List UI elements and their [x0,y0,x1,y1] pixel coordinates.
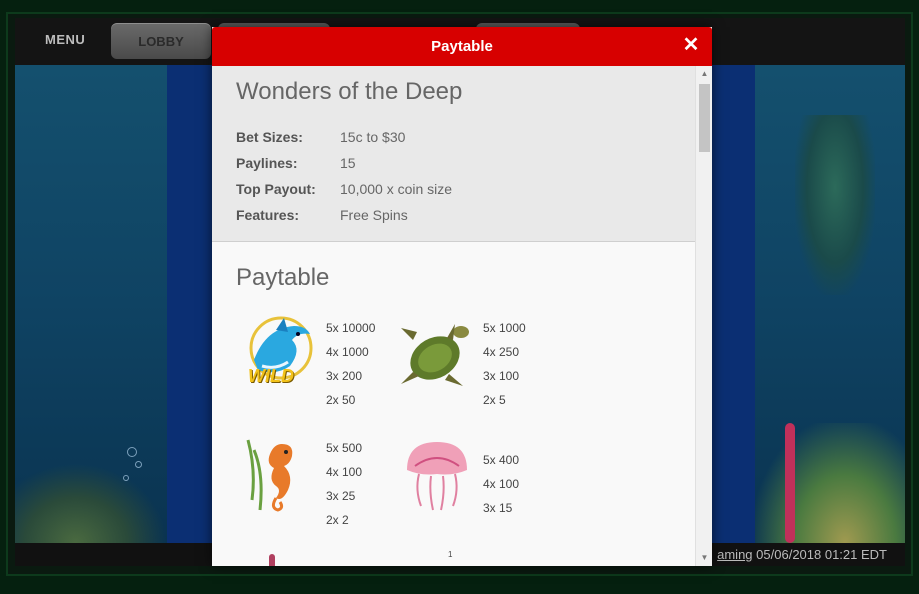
modal-header: Paytable ✕ [212,27,712,66]
payout: 3x 100 [483,369,520,383]
seabed-left [15,463,167,543]
coral [785,423,795,543]
payout: 3x 200 [326,369,363,383]
payout: 3x 25 [326,489,356,503]
game-right-panel [755,65,905,543]
info-label: Top Payout: [236,181,316,197]
payout-list: 5x 500 4x 100 3x 25 2x 2 [326,430,363,527]
payout: 3x 15 [483,501,513,515]
menu-button[interactable]: MENU [45,32,85,47]
partial-symbol-icon [269,554,275,566]
dolphin-wild-icon: WILD [236,310,326,400]
info-label: Paylines: [236,155,298,171]
info-row-features: Features: Free Spins [236,202,671,228]
sea-turtle-icon [393,310,483,400]
close-icon[interactable]: ✕ [682,35,700,55]
sunken-castle [795,115,875,295]
symbol-turtle: 5x 1000 4x 250 3x 100 2x 5 [393,310,550,407]
payout-list: 5x 400 4x 100 3x 15 [483,430,519,526]
info-label: Bet Sizes: [236,129,303,145]
payout: 5x 1000 [483,321,526,335]
payout: 4x 1000 [326,345,369,359]
wild-label: WILD [248,366,294,386]
payout: 5x 10000 [326,321,376,335]
lobby-button[interactable]: LOBBY [111,23,211,59]
payout: 5x 400 [483,453,520,467]
game-left-panel [15,65,167,543]
payout: 2x 5 [483,393,506,407]
seabed-right [755,423,905,543]
timestamp: 05/06/2018 01:21 EDT [756,547,887,562]
jellyfish-icon [393,430,483,520]
partial-symbol-row: 1 [212,550,695,566]
symbol-jellyfish: 5x 400 4x 100 3x 15 [393,430,550,526]
payout-list: 5x 10000 4x 1000 3x 200 2x 50 [326,310,376,407]
payout: 4x 100 [483,477,520,491]
payout: 2x 50 [326,393,356,407]
seahorse-icon [236,430,326,520]
payout: 2x 2 [326,513,349,527]
paytable-modal: Paytable ✕ Wonders of the Deep Bet Sizes… [212,27,712,566]
info-row-top-payout: Top Payout: 10,000 x coin size [236,176,671,202]
info-value: Free Spins [340,207,408,223]
symbol-grid: WILD 5x 10000 4x 1000 3x 200 2x 50 5x 10… [236,310,671,527]
game-info: Wonders of the Deep Bet Sizes: 15c to $3… [212,66,695,242]
modal-scrollbar[interactable]: ▲ ▼ [695,66,712,566]
scroll-down-arrow-icon[interactable]: ▼ [696,550,712,566]
info-label: Features: [236,207,300,223]
payout-list: 5x 1000 4x 250 3x 100 2x 5 [483,310,526,407]
status-text: aming 05/06/2018 01:21 EDT [717,547,887,562]
modal-title: Paytable [431,38,493,55]
paytable-section: Paytable WILD 5x 10000 4x 1000 3x 200 2x… [212,242,695,566]
info-row-bet-sizes: Bet Sizes: 15c to $30 [236,124,671,150]
symbol-seahorse: 5x 500 4x 100 3x 25 2x 2 [236,430,393,527]
paytable-title: Paytable [236,264,330,291]
info-row-paylines: Paylines: 15 [236,150,671,176]
bubble [135,461,142,468]
symbol-dolphin: WILD 5x 10000 4x 1000 3x 200 2x 50 [236,310,393,407]
payout: 5x 500 [326,441,363,455]
status-link[interactable]: aming [717,547,752,562]
bubble [127,447,137,457]
scroll-thumb[interactable] [699,84,710,152]
game-name: Wonders of the Deep [236,78,463,105]
modal-body[interactable]: Wonders of the Deep Bet Sizes: 15c to $3… [212,66,695,566]
bubble [123,475,129,481]
info-value: 15c to $30 [340,129,406,145]
payout: 4x 250 [483,345,520,359]
partial-marker: 1 [448,550,453,559]
payout: 4x 100 [326,465,363,479]
scroll-up-arrow-icon[interactable]: ▲ [696,66,712,82]
info-value: 10,000 x coin size [340,181,453,197]
info-value: 15 [340,155,356,171]
